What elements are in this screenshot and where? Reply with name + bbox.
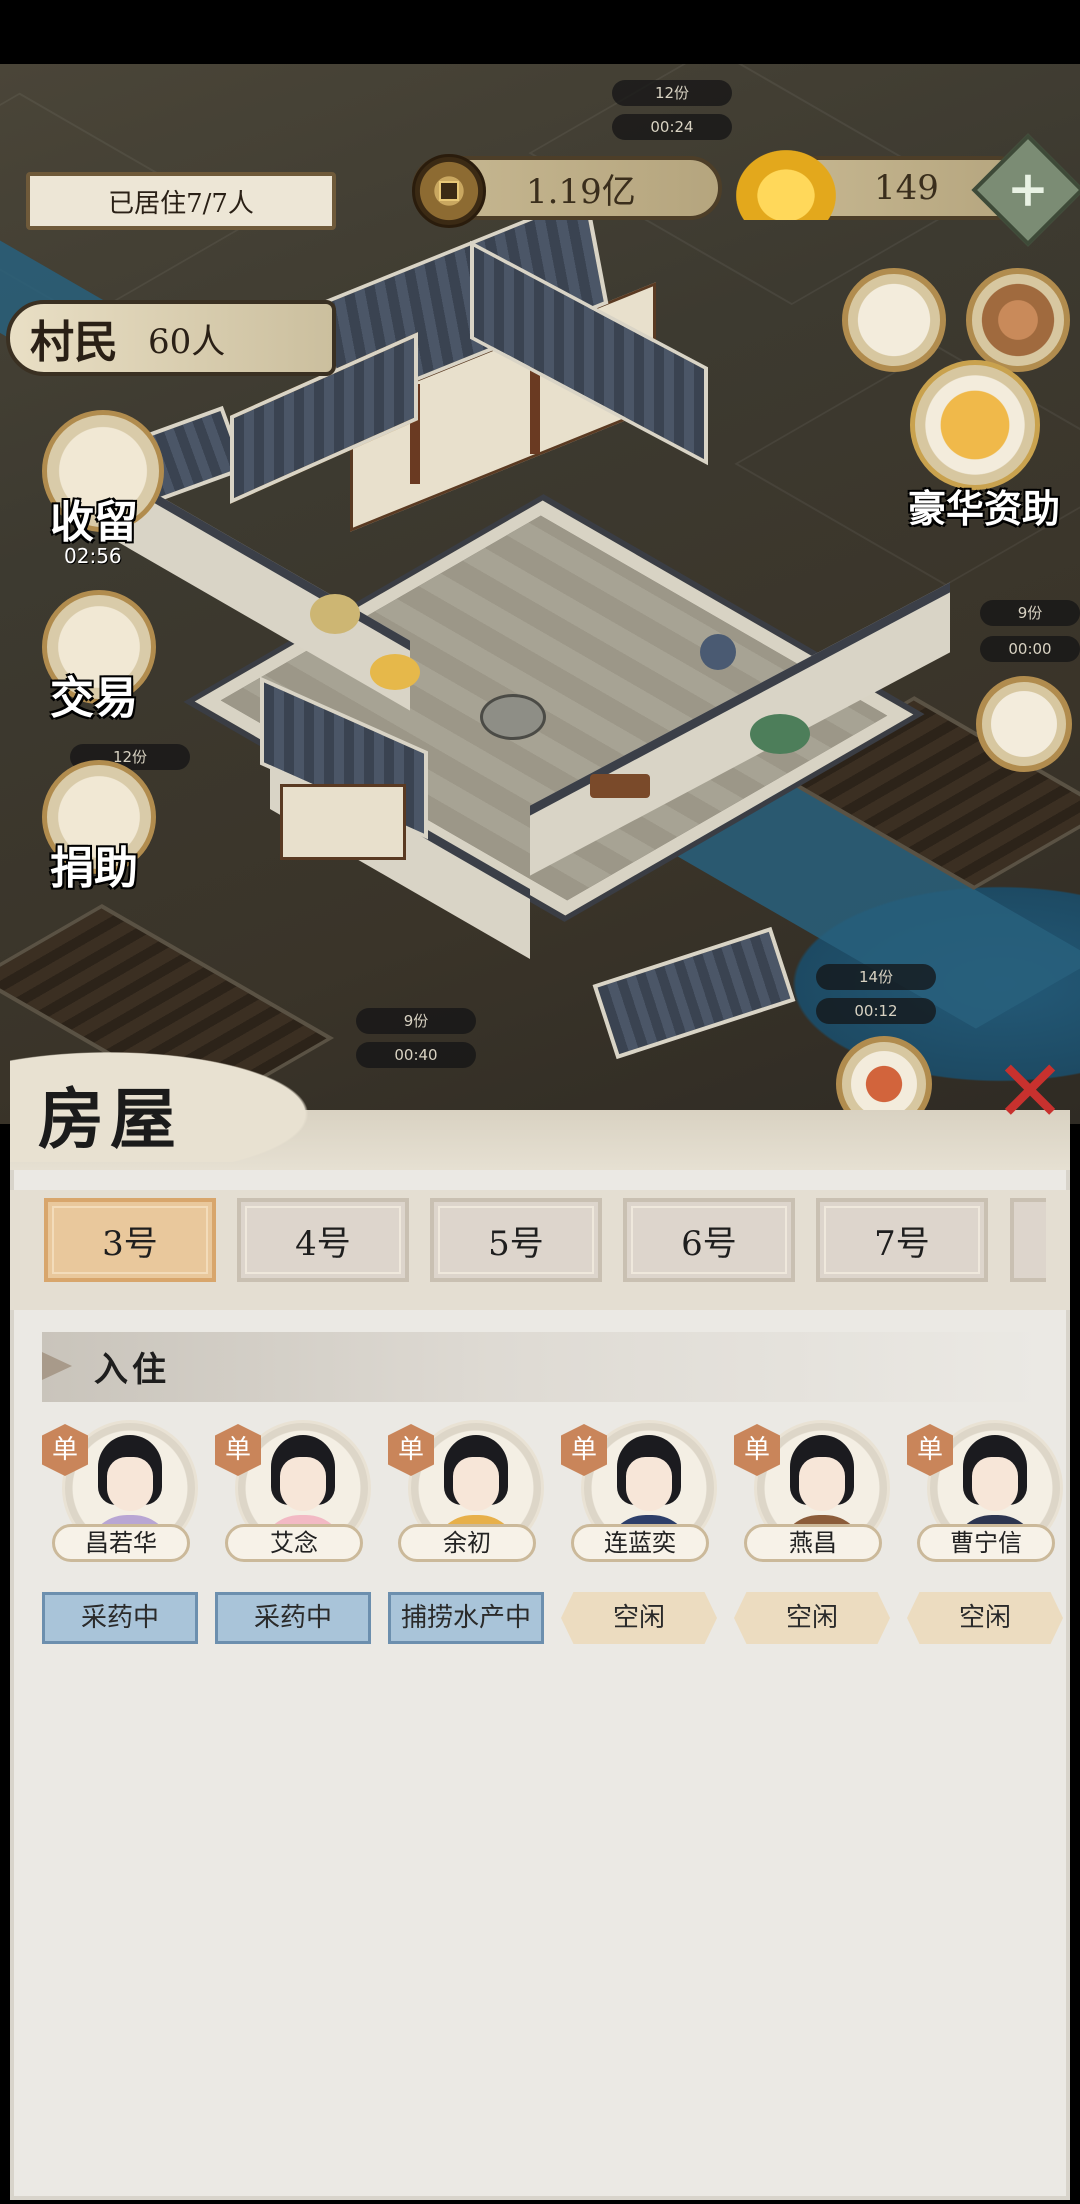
gold-ingot-icon bbox=[736, 150, 836, 220]
resident-name: 连蓝奕 bbox=[571, 1524, 709, 1562]
bench bbox=[590, 774, 650, 798]
resident-status: 空闲 bbox=[734, 1592, 890, 1644]
copper-coin-value: 1.19亿 bbox=[526, 171, 636, 212]
resident-status: 采药中 bbox=[42, 1592, 198, 1644]
resident-name: 艾念 bbox=[225, 1524, 363, 1562]
scene-timer-top: 9份 bbox=[980, 600, 1080, 626]
stone-table bbox=[480, 694, 546, 740]
tab-house-3[interactable]: 3号 bbox=[44, 1198, 216, 1282]
resident-card[interactable]: 单余初 捕捞水产中 bbox=[388, 1420, 548, 1660]
house-panel: 房屋 ✕ 3号 4号 5号 6号 7号 入住 单昌若华 采药中单艾念 采药中单余初捕… bbox=[10, 1042, 1070, 2200]
gold-pile-icon bbox=[910, 360, 1040, 490]
luxury-aid-label: 豪华资助 bbox=[908, 486, 1061, 531]
face bbox=[626, 1457, 672, 1511]
tab-house-7[interactable]: 7号 bbox=[816, 1198, 988, 1282]
scene-timer-top: 14份 bbox=[816, 964, 936, 990]
resident-card[interactable]: 单昌若华 采药中 bbox=[42, 1420, 202, 1660]
resident-status: 空闲 bbox=[561, 1592, 717, 1644]
face bbox=[107, 1457, 153, 1511]
gear-icon[interactable] bbox=[966, 268, 1070, 372]
scroll-icon[interactable] bbox=[842, 268, 946, 372]
resident-card[interactable]: 单曹宁信 空闲 bbox=[907, 1420, 1067, 1660]
trade-label: 交易 bbox=[50, 673, 138, 724]
copper-coin-counter: 1.19亿 bbox=[412, 154, 722, 228]
scene-timer-top: 9份 bbox=[356, 1008, 476, 1034]
scene-timer-bottom: 00:00 bbox=[980, 636, 1080, 662]
section-header-band bbox=[42, 1332, 1042, 1402]
donate-button[interactable]: 捐助 bbox=[30, 760, 180, 894]
residents-count-text: 已居住7/7人 bbox=[108, 188, 254, 219]
resident-card[interactable]: 单连蓝奕 空闲 bbox=[561, 1420, 721, 1660]
shelter-button[interactable]: 收留 02:56 bbox=[30, 410, 180, 570]
gold-ingot-value: 149 bbox=[874, 168, 939, 208]
face bbox=[453, 1457, 499, 1511]
resident-status: 捕捞水产中 bbox=[388, 1592, 544, 1644]
resident-name: 燕昌 bbox=[744, 1524, 882, 1562]
plus-icon: + bbox=[1007, 159, 1049, 218]
shelter-label: 收留 bbox=[50, 497, 138, 548]
shelter-timer: 02:56 bbox=[64, 544, 122, 568]
gate bbox=[280, 784, 406, 860]
resident-status: 采药中 bbox=[215, 1592, 371, 1644]
close-icon[interactable]: ✕ bbox=[990, 1049, 1070, 1135]
scene-timer-top: 12份 bbox=[612, 80, 732, 106]
scene-timer-bottom: 00:24 bbox=[612, 114, 732, 140]
residents-count-plate: 已居住7/7人 bbox=[26, 172, 336, 230]
tab-house-4[interactable]: 4号 bbox=[237, 1198, 409, 1282]
tab-house-next-partial[interactable] bbox=[1010, 1198, 1046, 1282]
well bbox=[310, 594, 360, 634]
tab-house-6[interactable]: 6号 bbox=[623, 1198, 795, 1282]
scene-timer-bottom: 00:12 bbox=[816, 998, 936, 1024]
resident-card[interactable]: 单艾念 采药中 bbox=[215, 1420, 375, 1660]
section-title: 入住 bbox=[94, 1350, 170, 1390]
villagers-plate[interactable]: 村民 60人 bbox=[6, 300, 336, 376]
luxury-aid-button[interactable]: 豪华资助 bbox=[900, 360, 1080, 540]
resident-name: 曹宁信 bbox=[917, 1524, 1055, 1562]
villagers-label: 村民 bbox=[30, 317, 118, 368]
face bbox=[972, 1457, 1018, 1511]
panel-title: 房屋 bbox=[38, 1080, 182, 1158]
face bbox=[799, 1457, 845, 1511]
basket bbox=[370, 654, 420, 690]
tab-house-5[interactable]: 5号 bbox=[430, 1198, 602, 1282]
water-tank bbox=[750, 714, 810, 754]
trade-button[interactable]: 交易 bbox=[30, 590, 180, 724]
face bbox=[280, 1457, 326, 1511]
resident-name: 余初 bbox=[398, 1524, 536, 1562]
crop-icon[interactable] bbox=[976, 676, 1072, 772]
jar bbox=[700, 634, 736, 670]
copper-coin-icon bbox=[412, 154, 486, 228]
scene-timer-bottom: 00:40 bbox=[356, 1042, 476, 1068]
resident-status: 空闲 bbox=[907, 1592, 1063, 1644]
villagers-count: 60人 bbox=[148, 321, 226, 362]
resident-card[interactable]: 单燕昌 空闲 bbox=[734, 1420, 894, 1660]
donate-label: 捐助 bbox=[50, 843, 138, 894]
resident-name: 昌若华 bbox=[52, 1524, 190, 1562]
